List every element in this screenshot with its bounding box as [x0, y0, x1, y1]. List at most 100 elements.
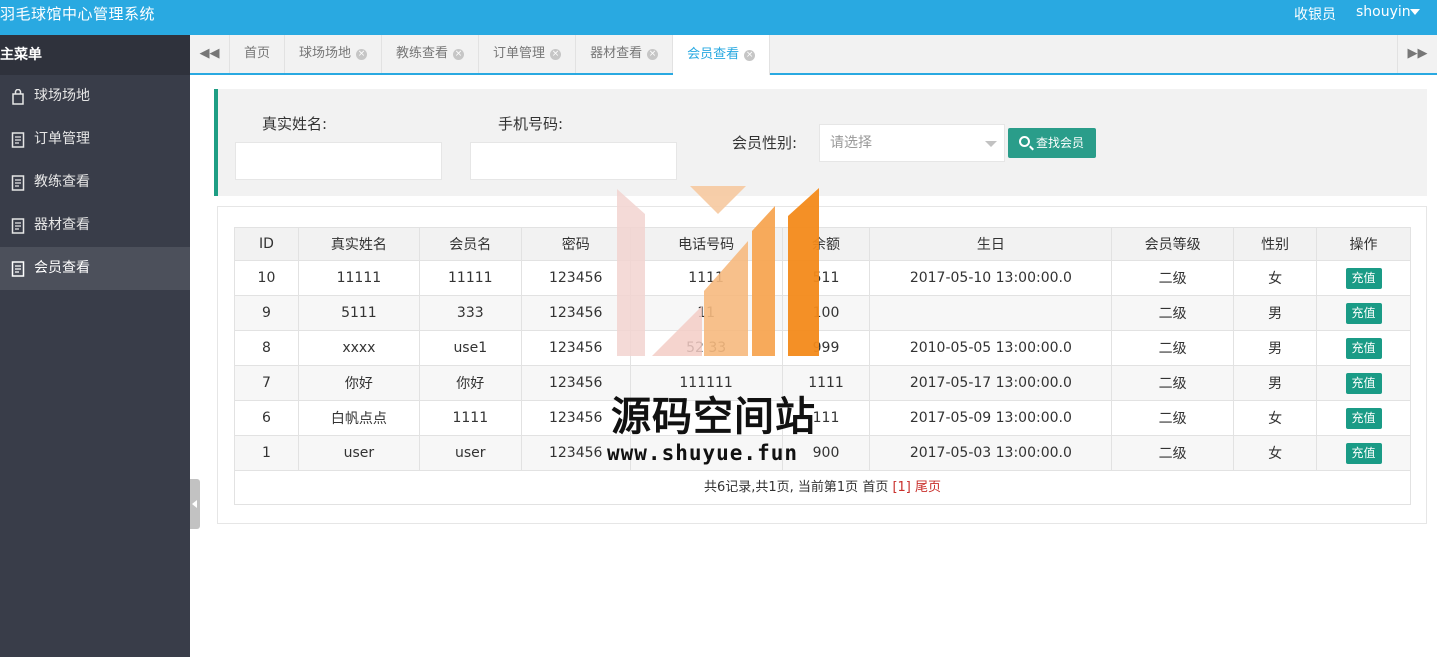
chevron-down-icon: [985, 141, 997, 147]
top-header: 羽毛球馆中心管理系统 收银员 shouyin: [0, 0, 1437, 35]
tab-label: 首页: [244, 46, 271, 61]
app-title: 羽毛球馆中心管理系统: [0, 5, 156, 23]
cell-action: 充值: [1316, 435, 1411, 471]
cell-id: 10: [234, 260, 299, 296]
cell-action: 充值: [1316, 330, 1411, 366]
cell-phone: 52 33: [629, 330, 783, 366]
gender-label: 会员性别:: [732, 134, 798, 152]
tab-home[interactable]: 首页: [230, 35, 286, 73]
cell-action: 充值: [1316, 260, 1411, 296]
document-icon: [11, 175, 25, 191]
cell-realname: 白帆点点: [297, 400, 420, 436]
tab-list: 首页 球场场地 × 教练查看 × 订单管理 × 器材查看 × 会员查看 ×: [230, 35, 771, 75]
column-header: 余额: [781, 227, 871, 261]
column-header: 密码: [520, 227, 631, 261]
table-row: 6 白帆点点 1111 123456 111 2017-05-09 13:00:00.0 二…: [234, 400, 1411, 436]
member-table: ID 真实姓名 会员名 密码 电话号码 余额 生日 会员等级 性别 操作 10 1…: [234, 227, 1411, 471]
recharge-button[interactable]: 充值: [1345, 337, 1382, 359]
cell-gender: 男: [1233, 295, 1318, 331]
cell-membername: 11111: [418, 260, 522, 296]
sidebar-item-members[interactable]: 会员查看: [0, 247, 190, 290]
cell-action: 充值: [1316, 365, 1411, 401]
tab-equipment[interactable]: 器材查看 ×: [576, 35, 674, 73]
double-left-arrow-icon[interactable]: ◀◀: [190, 35, 230, 73]
realname-label: 真实姓名:: [262, 115, 328, 133]
table-header-row: ID 真实姓名 会员名 密码 电话号码 余额 生日 会员等级 性别 操作: [234, 227, 1411, 261]
sidebar-item-label: 球场场地: [34, 88, 90, 104]
first-page-link[interactable]: 首页: [862, 480, 888, 495]
cell-level: 二级: [1111, 330, 1235, 366]
cell-birthday: 2017-05-03 13:00:00.0: [869, 435, 1113, 471]
table-row: 7 你好 你好 123456 111111 1111 2017-05-17 13:00:00…: [234, 365, 1411, 401]
pagination-summary: 共6记录,共1页, 当前第1页: [703, 480, 859, 495]
cell-birthday: 2017-05-10 13:00:00.0: [869, 260, 1113, 296]
cell-phone: 111111: [629, 365, 783, 401]
cell-phone: [629, 400, 783, 436]
cell-phone: 1111: [629, 260, 783, 296]
user-menu[interactable]: shouyin: [1356, 4, 1411, 20]
cell-balance: 511: [781, 260, 871, 296]
phone-input[interactable]: [470, 142, 677, 180]
cell-level: 二级: [1111, 365, 1235, 401]
sidebar-item-label: 订单管理: [34, 131, 90, 147]
chevron-down-icon[interactable]: [1410, 9, 1420, 15]
search-button-label: 查找会员: [1036, 136, 1085, 150]
document-icon: [11, 132, 25, 148]
column-header: ID: [234, 227, 299, 261]
cell-password: 123456: [520, 295, 631, 331]
last-page-link[interactable]: 尾页: [915, 480, 941, 495]
recharge-button[interactable]: 充值: [1345, 267, 1382, 289]
close-icon[interactable]: ×: [453, 48, 465, 60]
cell-membername: use1: [418, 330, 522, 366]
cell-balance: 900: [781, 435, 871, 471]
sidebar-item-label: 教练查看: [34, 174, 90, 190]
double-right-arrow-icon[interactable]: ▶▶: [1397, 35, 1437, 73]
member-table-panel: ID 真实姓名 会员名 密码 电话号码 余额 生日 会员等级 性别 操作 10 1…: [217, 206, 1427, 524]
tab-coaches[interactable]: 教练查看 ×: [382, 35, 480, 73]
recharge-button[interactable]: 充值: [1345, 372, 1382, 394]
sidebar-heading: 主菜单: [0, 35, 190, 75]
phone-label: 手机号码:: [498, 115, 564, 133]
search-member-button[interactable]: 查找会员: [1008, 128, 1096, 158]
gender-select[interactable]: 请选择: [819, 124, 1005, 162]
sidebar-item-orders[interactable]: 订单管理: [0, 118, 190, 161]
tab-members[interactable]: 会员查看 ×: [673, 35, 771, 75]
cell-birthday: 2010-05-05 13:00:00.0: [869, 330, 1113, 366]
cell-id: 9: [234, 295, 299, 331]
sidebar-item-courts[interactable]: 球场场地: [0, 75, 190, 118]
close-icon[interactable]: ×: [744, 49, 756, 61]
close-icon[interactable]: ×: [550, 48, 562, 60]
realname-input[interactable]: [235, 142, 442, 180]
cell-level: 二级: [1111, 435, 1235, 471]
recharge-button[interactable]: 充值: [1345, 302, 1382, 324]
recharge-button[interactable]: 充值: [1345, 407, 1382, 429]
document-icon: [11, 261, 25, 277]
tab-courts[interactable]: 球场场地 ×: [285, 35, 383, 73]
column-header: 真实姓名: [297, 227, 420, 261]
cell-birthday: 2017-05-17 13:00:00.0: [869, 365, 1113, 401]
cell-id: 6: [234, 400, 299, 436]
search-panel: 真实姓名: 手机号码: 会员性别: 请选择 查找会员: [214, 89, 1427, 196]
current-page-link[interactable]: [1]: [892, 480, 910, 495]
sidebar-item-coaches[interactable]: 教练查看: [0, 161, 190, 204]
column-header: 电话号码: [629, 227, 783, 261]
close-icon[interactable]: ×: [356, 48, 368, 60]
column-header: 性别: [1233, 227, 1318, 261]
sidebar-collapse-handle[interactable]: [190, 479, 200, 529]
cell-password: 123456: [520, 435, 631, 471]
shopping-bag-icon: [12, 89, 24, 105]
cell-password: 123456: [520, 365, 631, 401]
cell-level: 二级: [1111, 295, 1235, 331]
document-icon: [11, 218, 25, 234]
cell-gender: 男: [1233, 365, 1318, 401]
gender-select-placeholder: 请选择: [830, 135, 872, 151]
pagination: 共6记录,共1页, 当前第1页 首页 [1] 尾页: [234, 471, 1411, 505]
close-icon[interactable]: ×: [647, 48, 659, 60]
cell-phone: 11: [629, 295, 783, 331]
recharge-button[interactable]: 充值: [1345, 442, 1382, 464]
cell-membername: 333: [418, 295, 522, 331]
cell-birthday: 2017-05-09 13:00:00.0: [869, 400, 1113, 436]
tab-orders[interactable]: 订单管理 ×: [479, 35, 577, 73]
sidebar-item-equipment[interactable]: 器材查看: [0, 204, 190, 247]
column-header: 会员名: [418, 227, 522, 261]
